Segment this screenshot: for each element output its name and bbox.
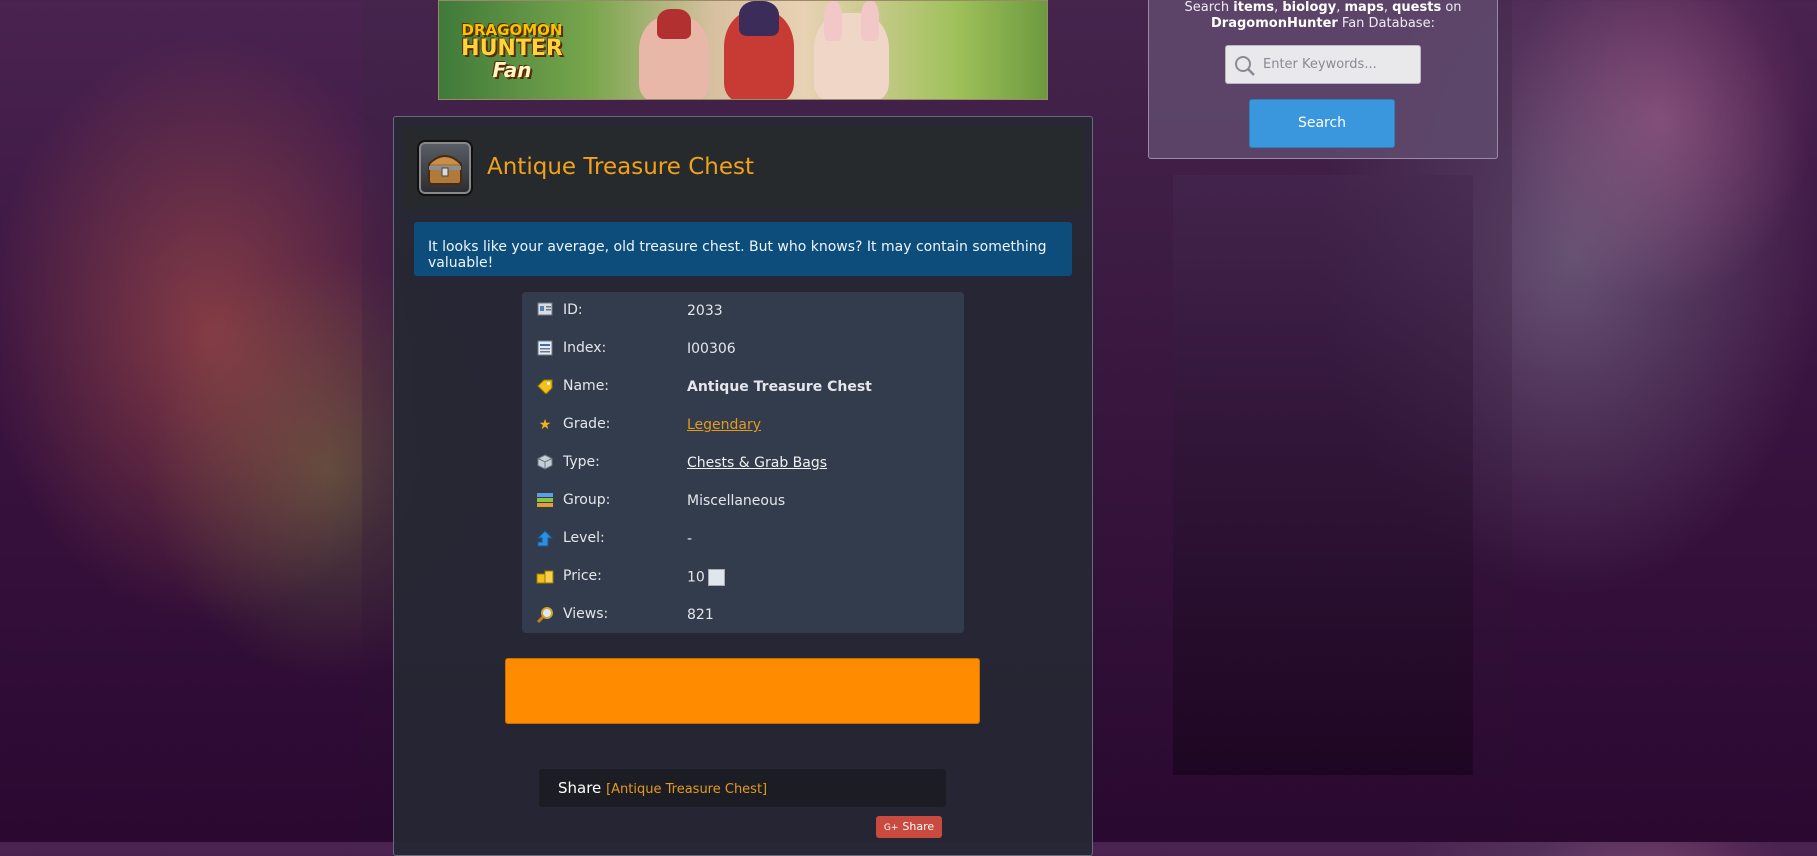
search-intro-biology: biology: [1282, 0, 1337, 15]
search-intro-text: Search items, biology, maps, quests on D…: [1148, 0, 1498, 32]
search-intro-quests: quests: [1392, 0, 1442, 15]
logo-line-2: HUNTER: [461, 36, 563, 61]
search-intro-sep: ,: [1383, 0, 1393, 15]
google-plus-share-button[interactable]: G+ Share: [876, 816, 942, 838]
index-icon: [536, 340, 554, 358]
search-intro-prefix: Search: [1184, 0, 1234, 15]
treasure-chest-icon: [417, 140, 473, 196]
currency-image: [707, 569, 725, 586]
info-label: Price:: [563, 568, 602, 584]
info-value-id: 2033: [687, 303, 723, 319]
search-field[interactable]: [1225, 45, 1421, 84]
info-row-type: Type: Chests & Grab Bags: [522, 444, 964, 482]
site-logo: DRAGOMON HUNTER Fan: [457, 23, 567, 95]
info-row-group: Group: Miscellaneous: [522, 482, 964, 520]
info-row-index: Index: I00306: [522, 330, 964, 368]
tag-icon: [536, 378, 554, 396]
info-label: Views:: [563, 606, 609, 622]
banner-characters: [629, 1, 989, 99]
search-intro-items: items: [1233, 0, 1275, 15]
orange-action-block[interactable]: [505, 658, 980, 724]
magnifier-icon: [536, 606, 554, 624]
share-item-name: [Antique Treasure Chest]: [606, 782, 768, 797]
item-title: Antique Treasure Chest: [487, 154, 754, 180]
info-value-price: 10: [687, 569, 725, 586]
cube-icon: [536, 454, 554, 472]
info-row-id: ID: 2033: [522, 292, 964, 330]
gplus-share-label: Share: [902, 820, 935, 833]
info-label: Index:: [563, 340, 607, 356]
info-label: Group:: [563, 492, 611, 508]
search-intro-maps: maps: [1344, 0, 1384, 15]
info-row-views: Views: 821: [522, 596, 964, 634]
search-button[interactable]: Search: [1249, 99, 1395, 148]
item-description: It looks like your average, old treasure…: [414, 222, 1072, 276]
info-value-group: Miscellaneous: [687, 493, 786, 509]
coins-icon: [536, 568, 554, 586]
site-banner[interactable]: DRAGOMON HUNTER Fan: [438, 0, 1048, 100]
info-row-level: Level: -: [522, 520, 964, 558]
price-amount: 10: [687, 569, 705, 586]
level-arrow-icon: [536, 530, 554, 548]
logo-line-3: Fan: [492, 58, 532, 82]
type-link[interactable]: Chests & Grab Bags: [687, 455, 827, 471]
info-value-index: I00306: [687, 341, 736, 357]
info-label: ID:: [563, 302, 583, 318]
info-value-views: 821: [687, 607, 714, 623]
info-row-price: Price: 10: [522, 558, 964, 596]
id-card-icon: [536, 302, 554, 320]
search-input[interactable]: [1263, 46, 1413, 83]
info-value-name: Antique Treasure Chest: [687, 379, 872, 395]
sidebar-ad-area: [1173, 175, 1473, 775]
search-intro-site: DragomonHunter: [1211, 16, 1338, 31]
info-label: Name:: [563, 378, 610, 394]
group-icon: [536, 492, 554, 510]
search-icon: [1234, 55, 1256, 81]
search-intro-on: on: [1441, 0, 1462, 15]
google-plus-icon: G+: [883, 823, 899, 833]
grade-link[interactable]: Legendary: [687, 417, 761, 433]
info-label: Grade:: [563, 416, 611, 432]
star-icon: ★: [538, 417, 552, 433]
info-row-name: Name: Antique Treasure Chest: [522, 368, 964, 406]
info-row-grade: ★ Grade: Legendary: [522, 406, 964, 444]
share-box: Share [Antique Treasure Chest]: [539, 769, 946, 807]
info-label: Type:: [563, 454, 600, 470]
search-intro-suffix: Fan Database:: [1337, 16, 1435, 31]
item-info-table: ID: 2033 Index: I00306 Name: Antique Tre…: [522, 292, 964, 633]
info-label: Level:: [563, 530, 605, 546]
info-value-level: -: [687, 531, 693, 547]
share-label: Share: [558, 779, 602, 797]
